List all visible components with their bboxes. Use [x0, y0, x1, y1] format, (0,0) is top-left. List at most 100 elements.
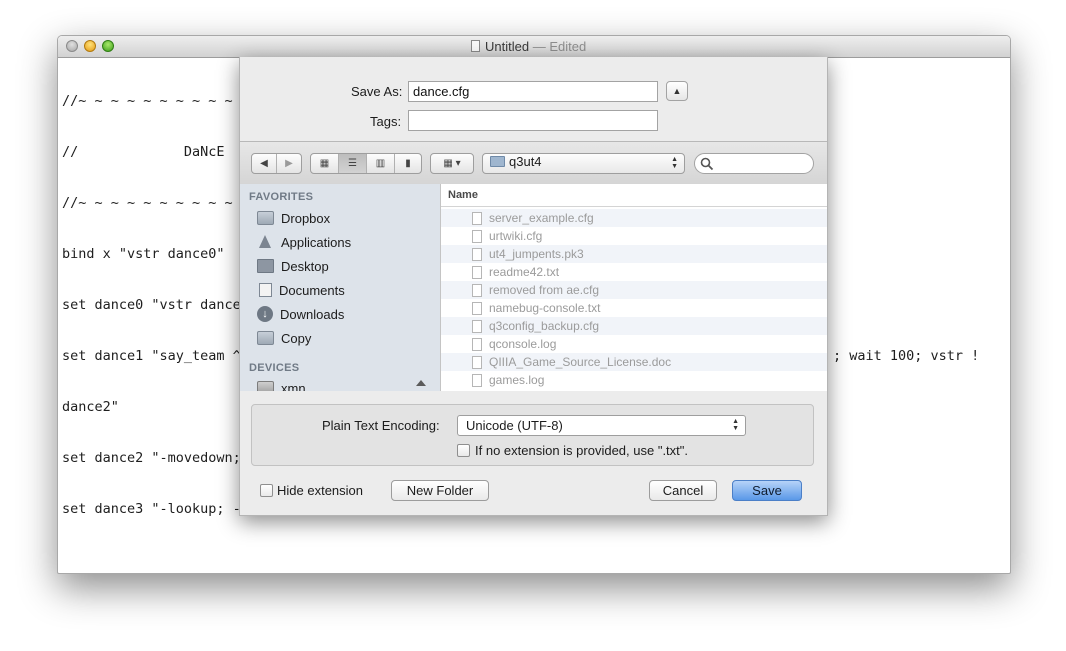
title-separator: — — [532, 39, 546, 54]
file-icon — [472, 319, 482, 333]
disk-icon — [257, 381, 274, 391]
favorites-header: FAVORITES — [249, 191, 314, 203]
file-icon — [472, 247, 482, 261]
document-file-icon — [472, 355, 482, 369]
encoding-label: Plain Text Encoding: — [322, 418, 440, 433]
save-as-input[interactable]: dance.cfg — [408, 81, 658, 102]
save-as-label: Save As: — [351, 84, 403, 99]
file-row[interactable]: ut4_jumpents.pk3 — [441, 245, 827, 263]
minimize-window-button[interactable] — [84, 40, 96, 52]
devices-header: DEVICES — [249, 362, 300, 374]
save-button[interactable]: Save — [732, 480, 802, 501]
back-forward-control: ◀ ▶ — [251, 153, 302, 174]
back-arrow-icon: ◀ — [260, 158, 268, 169]
sidebar: FAVORITES Dropbox Applications Desktop D… — [240, 184, 441, 391]
browser-toolbar: ◀ ▶ ▦ ☰ ▥ ▮ ▦ ▾ q3ut4 ▲ ▼ — [240, 141, 827, 185]
file-row[interactable]: namebug-console.txt — [441, 299, 827, 317]
forward-arrow-icon: ▶ — [285, 158, 293, 169]
file-row[interactable]: removed from ae.cfg — [441, 281, 827, 299]
sidebar-item-dropbox[interactable]: Dropbox — [257, 207, 330, 229]
applications-icon — [257, 235, 274, 249]
sidebar-item-xmn[interactable]: xmn — [257, 377, 306, 391]
save-dialog: Save As: dance.cfg ▲ Tags: ◀ ▶ ▦ ☰ ▥ ▮ ▦… — [239, 57, 828, 516]
sidebar-item-desktop[interactable]: Desktop — [257, 255, 329, 277]
view-mode-control: ▦ ☰ ▥ ▮ — [310, 153, 422, 174]
file-icon — [472, 229, 482, 243]
name-column-header[interactable]: Name — [441, 184, 827, 207]
file-name: urtwiki.cfg — [489, 229, 543, 243]
sidebar-item-applications[interactable]: Applications — [257, 231, 351, 253]
file-row[interactable]: readme42.txt — [441, 263, 827, 281]
tags-label: Tags: — [370, 114, 402, 129]
search-field[interactable] — [694, 153, 814, 174]
sidebar-item-copy[interactable]: Copy — [257, 327, 311, 349]
updown-arrows-icon: ▲ ▼ — [671, 156, 678, 170]
file-icon — [472, 301, 482, 315]
sidebar-item-documents[interactable]: Documents — [257, 279, 345, 301]
sidebar-item-label: Desktop — [281, 258, 329, 274]
list-view-icon: ☰ — [348, 158, 357, 169]
file-row[interactable]: q3config_backup.cfg — [441, 317, 827, 335]
collapse-dialog-button[interactable]: ▲ — [666, 81, 688, 101]
sidebar-item-label: xmn — [281, 380, 306, 392]
file-icon — [472, 265, 482, 279]
hide-extension-label: Hide extension — [277, 483, 363, 498]
file-row[interactable]: QIIIA_Game_Source_License.doc — [441, 353, 827, 371]
file-row[interactable]: qconsole.log — [441, 335, 827, 353]
document-icon — [471, 40, 480, 52]
sidebar-item-label: Downloads — [280, 306, 345, 322]
encoding-value: Unicode (UTF-8) — [466, 418, 563, 433]
sidebar-item-label: Documents — [279, 282, 345, 298]
icon-view-icon: ▦ — [319, 158, 330, 169]
location-popup[interactable]: q3ut4 ▲ ▼ — [482, 153, 685, 174]
file-icon — [472, 373, 482, 387]
documents-icon — [259, 283, 272, 297]
file-icon — [472, 283, 482, 297]
icon-view-button[interactable]: ▦ — [311, 154, 339, 173]
title-bar[interactable]: Untitled — Edited — [58, 36, 1010, 58]
folder-icon — [257, 331, 274, 345]
eject-icon[interactable] — [416, 380, 426, 386]
file-row[interactable]: server_example.cfg — [441, 209, 827, 227]
cover-flow-button[interactable]: ▮ — [395, 154, 421, 173]
new-folder-button[interactable]: New Folder — [391, 480, 489, 501]
txt-extension-checkbox[interactable] — [457, 444, 470, 457]
back-button[interactable]: ◀ — [252, 154, 277, 173]
chevron-up-icon: ▲ — [672, 86, 682, 96]
file-name: server_example.cfg — [489, 211, 594, 225]
encoding-select[interactable]: Unicode (UTF-8) ▲ ▼ — [457, 415, 746, 436]
file-row[interactable]: urtwiki.cfg — [441, 227, 827, 245]
editor-line-tail: ; wait 100; vstr ! — [833, 348, 980, 364]
file-name: qconsole.log — [489, 337, 557, 351]
file-icon — [472, 337, 482, 351]
folder-icon — [257, 211, 274, 225]
cancel-button[interactable]: Cancel — [649, 480, 717, 501]
hide-extension-checkbox[interactable] — [260, 484, 273, 497]
search-icon — [700, 157, 714, 171]
window-title-text: Untitled — [485, 39, 530, 54]
close-window-button[interactable] — [66, 40, 78, 52]
file-name: namebug-console.txt — [489, 301, 601, 315]
location-label: q3ut4 — [509, 154, 542, 169]
file-name: QIIIA_Game_Source_License.doc — [489, 355, 672, 369]
encoding-options-box: Plain Text Encoding: Unicode (UTF-8) ▲ ▼ … — [251, 404, 814, 466]
folder-icon — [490, 156, 505, 167]
file-row[interactable]: games.log — [441, 371, 827, 389]
sidebar-item-label: Dropbox — [281, 210, 331, 226]
file-name: ut4_jumpents.pk3 — [489, 247, 584, 261]
zoom-window-button[interactable] — [102, 40, 114, 52]
arrange-button[interactable]: ▦ ▾ — [430, 153, 474, 174]
column-view-icon: ▥ — [375, 158, 386, 169]
list-view-button[interactable]: ☰ — [339, 154, 367, 173]
desktop-icon — [257, 259, 274, 273]
edited-status: Edited — [549, 39, 587, 54]
file-name: games.log — [489, 373, 545, 387]
forward-button[interactable]: ▶ — [277, 154, 301, 173]
file-name: removed from ae.cfg — [489, 283, 600, 297]
tags-input[interactable] — [408, 110, 658, 131]
sidebar-item-label: Applications — [281, 234, 352, 250]
arrange-icon: ▦ ▾ — [443, 158, 461, 169]
cover-flow-icon: ▮ — [405, 158, 411, 169]
column-view-button[interactable]: ▥ — [367, 154, 395, 173]
sidebar-item-downloads[interactable]: ↓ Downloads — [257, 303, 344, 325]
